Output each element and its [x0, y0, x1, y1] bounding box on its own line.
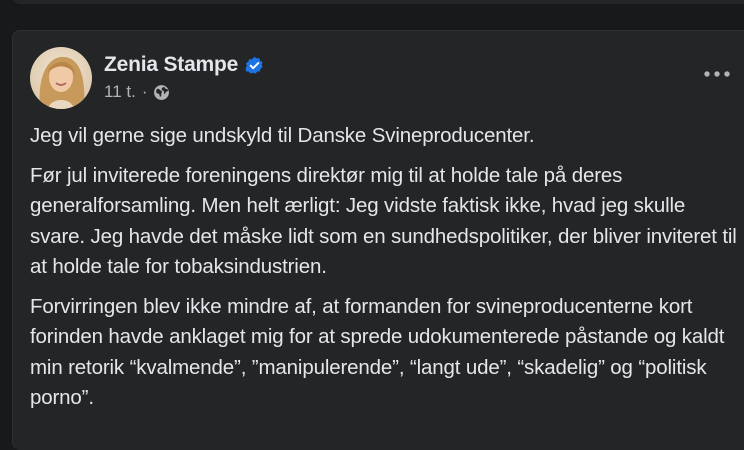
post-body: Jeg vil gerne sige undskyld til Danske S… [30, 121, 742, 423]
globe-icon[interactable] [153, 84, 170, 101]
meta-separator: · [141, 82, 148, 101]
post-card: Zenia Stampe 11 t. · Jeg vil gerne sige … [12, 30, 744, 450]
post-timestamp[interactable]: 11 t. [104, 82, 136, 102]
post-header: Zenia Stampe 11 t. · [30, 47, 264, 109]
post-meta: 11 t. · [104, 82, 264, 102]
author-row: Zenia Stampe [104, 52, 264, 78]
verified-badge-icon [245, 56, 264, 75]
post-paragraph: Før jul inviterede foreningens direktør … [30, 163, 737, 279]
author-name[interactable]: Zenia Stampe [104, 53, 238, 77]
post-paragraph: Jeg vil gerne sige undskyld til Danske S… [30, 124, 535, 147]
post-paragraph: Forvirringen blev ikke mindre af, at for… [30, 294, 725, 410]
more-options-button[interactable] [697, 61, 737, 87]
previous-post-card [12, 0, 744, 4]
author-block: Zenia Stampe 11 t. · [104, 47, 264, 102]
avatar-image [30, 47, 92, 109]
more-options-icon [704, 71, 730, 77]
avatar[interactable] [30, 47, 92, 109]
